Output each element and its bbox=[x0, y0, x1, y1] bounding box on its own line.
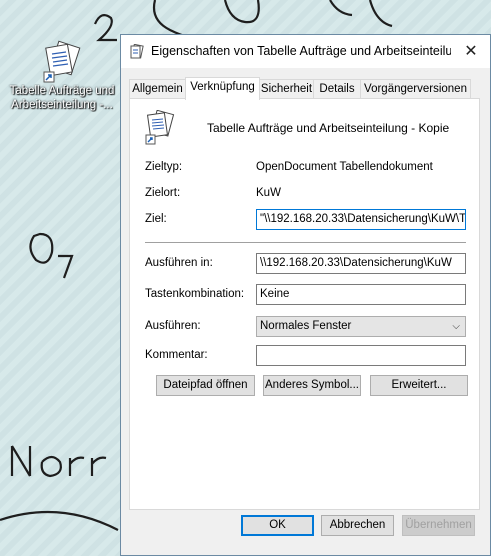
advanced-button[interactable]: Erweitert... bbox=[370, 375, 468, 396]
desktop-shortcut-label-2: Arbeitseinteilung -... bbox=[11, 99, 113, 111]
spreadsheet-shortcut-icon bbox=[145, 109, 177, 146]
tab-previous-versions[interactable]: Vorgängerversionen bbox=[360, 79, 471, 98]
shortcut-name: Tabelle Aufträge und Arbeitseinteilung -… bbox=[207, 121, 450, 135]
target-location-value: KuW bbox=[256, 187, 281, 199]
comment-label: Kommentar: bbox=[145, 349, 208, 361]
target-label: Ziel: bbox=[145, 213, 167, 225]
close-icon[interactable]: ✕ bbox=[458, 39, 484, 63]
run-select[interactable]: Normales Fenster ⌵ bbox=[256, 316, 466, 337]
tab-strip: Allgemein Verknüpfung Sicherheit Details… bbox=[129, 77, 480, 100]
start-in-label: Ausführen in: bbox=[145, 257, 213, 269]
change-icon-button[interactable]: Anderes Symbol... bbox=[263, 375, 361, 396]
desktop-shortcut-label-1: Tabelle Aufträge und bbox=[9, 85, 115, 97]
target-input[interactable]: "\\192.168.20.33\Datensicherung\KuW\T bbox=[256, 209, 466, 230]
open-file-location-button[interactable]: Dateipfad öffnen bbox=[156, 375, 255, 396]
shortcut-key-input[interactable]: Keine bbox=[256, 284, 466, 305]
target-type-value: OpenDocument Tabellendokument bbox=[256, 161, 433, 173]
comment-input[interactable] bbox=[256, 345, 466, 366]
target-type-label: Zieltyp: bbox=[145, 161, 183, 173]
target-location-label: Zielort: bbox=[145, 187, 181, 199]
shortcut-panel: Tabelle Aufträge und Arbeitseinteilung -… bbox=[129, 98, 480, 510]
chevron-down-icon: ⌵ bbox=[452, 321, 460, 332]
properties-dialog: Eigenschaften von Tabelle Aufträge und A… bbox=[120, 34, 491, 556]
tab-security[interactable]: Sicherheit bbox=[259, 79, 314, 98]
tab-details[interactable]: Details bbox=[313, 79, 361, 98]
shortcut-key-label: Tastenkombination: bbox=[145, 288, 245, 300]
ok-button[interactable]: OK bbox=[241, 515, 314, 536]
apply-button[interactable]: Übernehmen bbox=[402, 515, 475, 536]
separator bbox=[145, 242, 466, 243]
desktop-shortcut[interactable]: Tabelle Aufträge und Arbeitseinteilung -… bbox=[4, 40, 120, 112]
spreadsheet-shortcut-icon bbox=[42, 40, 82, 84]
dialog-title: Eigenschaften von Tabelle Aufträge und A… bbox=[151, 44, 451, 58]
tab-shortcut[interactable]: Verknüpfung bbox=[185, 77, 260, 100]
start-in-input[interactable]: \\192.168.20.33\Datensicherung\KuW bbox=[256, 253, 466, 274]
cancel-button[interactable]: Abbrechen bbox=[321, 515, 394, 536]
run-select-value: Normales Fenster bbox=[260, 320, 352, 332]
shortcut-app-icon bbox=[129, 43, 145, 60]
tab-general[interactable]: Allgemein bbox=[129, 79, 186, 98]
title-bar[interactable]: Eigenschaften von Tabelle Aufträge und A… bbox=[121, 35, 490, 68]
run-label: Ausführen: bbox=[145, 320, 201, 332]
